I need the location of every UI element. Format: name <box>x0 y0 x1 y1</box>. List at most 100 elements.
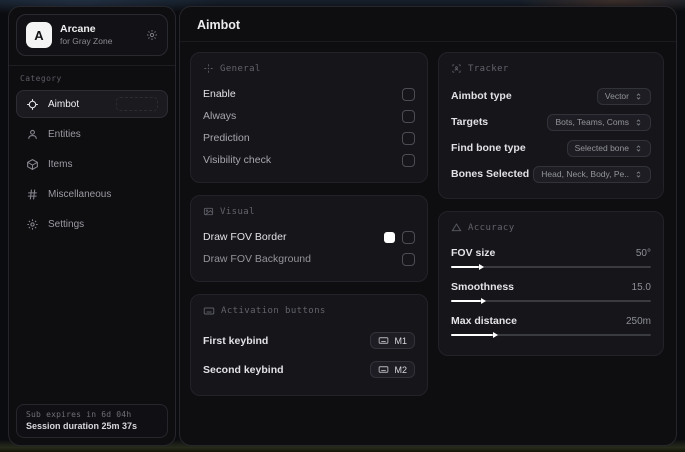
visibility-check-row: Visibility check <box>203 149 415 171</box>
always-checkbox[interactable] <box>402 109 415 123</box>
enable-checkbox[interactable] <box>402 87 415 101</box>
sidebar: A Arcane for Gray Zone Category Aimbot E… <box>8 6 176 446</box>
slider-fill[interactable] <box>451 331 498 338</box>
sidebar-divider <box>9 65 175 66</box>
smoothness-slider[interactable] <box>451 297 651 304</box>
slider-value: 15.0 <box>631 281 651 293</box>
activation-buttons-card: Activation buttons First keybind M1 Seco… <box>190 294 428 396</box>
second-keybind-button[interactable]: M2 <box>370 361 415 378</box>
gear-icon <box>26 218 39 231</box>
sidebar-item-entities[interactable]: Entities <box>16 121 168 148</box>
find-bone-type-row: Find bone type Selected bone <box>451 135 651 161</box>
bones-selected-row: Bones Selected Head, Neck, Body, Pe.. <box>451 161 651 187</box>
activation-card-header: Activation buttons <box>203 305 415 317</box>
brand-name: Arcane <box>60 23 96 36</box>
sidebar-item-label: Items <box>48 159 73 170</box>
ghost-keybind-hint <box>116 97 158 111</box>
row-label: First keybind <box>203 334 269 347</box>
card-title: Visual <box>220 206 255 217</box>
crosshair-icon <box>26 98 39 111</box>
first-keybind-button[interactable]: M1 <box>370 332 415 349</box>
card-title: Activation buttons <box>221 306 326 316</box>
draw-fov-background-checkbox[interactable] <box>402 252 415 266</box>
card-title: Tracker <box>468 63 509 74</box>
aimbot-type-select[interactable]: Vector <box>596 87 651 105</box>
sidebar-item-items[interactable]: Items <box>16 151 168 178</box>
sidebar-item-label: Settings <box>48 219 85 230</box>
fov-border-color-swatch[interactable] <box>384 231 395 243</box>
accuracy-card-header: Accuracy <box>451 222 651 233</box>
tracker-card-header: Tracker <box>451 63 651 74</box>
brand-card: A Arcane for Gray Zone <box>16 14 168 56</box>
chevrons-up-down-icon <box>634 144 643 153</box>
general-card: General Enable Always Prediction Visibil… <box>190 52 428 183</box>
keyboard-icon <box>203 305 215 317</box>
sidebar-item-label: Entities <box>48 129 81 140</box>
visual-card: Visual Draw FOV Border Draw FOV Backgrou… <box>190 195 428 282</box>
bones-selected-select[interactable]: Head, Neck, Body, Pe.. <box>533 165 651 183</box>
main-header: Aimbot <box>180 7 676 42</box>
second-keybind-row: Second keybind M2 <box>203 355 415 384</box>
crosshair-icon <box>203 63 214 74</box>
targets-row: Targets Bots, Teams, Coms <box>451 109 651 135</box>
slider-fill[interactable] <box>451 297 486 304</box>
fov-size-slider[interactable] <box>451 263 651 270</box>
keybind-value: M2 <box>394 364 407 375</box>
brand-logo: A <box>26 22 52 48</box>
select-value: Vector <box>604 91 629 101</box>
card-title: General <box>220 63 261 74</box>
general-card-header: General <box>203 63 415 74</box>
keyboard-icon <box>378 335 389 346</box>
person-icon <box>26 128 39 141</box>
settings-gear-icon[interactable] <box>146 29 158 41</box>
hash-icon <box>26 188 39 201</box>
aimbot-type-row: Aimbot type Vector <box>451 83 651 109</box>
row-label: Smoothness <box>451 281 515 293</box>
row-label: Draw FOV Border <box>203 231 287 243</box>
targets-select[interactable]: Bots, Teams, Coms <box>547 113 651 131</box>
slider-value: 50° <box>635 247 651 259</box>
row-label: Aimbot type <box>451 90 512 102</box>
slider-value: 250m <box>625 315 651 327</box>
main-panel: Aimbot General Enable Always Prediction … <box>179 6 677 446</box>
subscription-footer: Sub expires in 6d 04h Session duration 2… <box>16 404 168 438</box>
always-row: Always <box>203 105 415 127</box>
tracker-card: Tracker Aimbot type Vector Targets Bots,… <box>438 52 664 199</box>
visibility-check-checkbox[interactable] <box>402 153 415 167</box>
draw-fov-border-row: Draw FOV Border <box>203 226 415 248</box>
row-label: Draw FOV Background <box>203 253 311 265</box>
row-label: FOV size <box>451 247 496 259</box>
draw-fov-background-row: Draw FOV Background <box>203 248 415 270</box>
session-duration-text: Session duration 25m 37s <box>26 421 138 431</box>
sidebar-item-aimbot[interactable]: Aimbot <box>16 90 168 118</box>
max-distance-row: Max distance 250m <box>451 310 651 344</box>
accuracy-card: Accuracy FOV size 50° Smoothness 15.0 Ma… <box>438 211 664 356</box>
brand-text: Arcane for Gray Zone <box>60 23 138 47</box>
category-label: Category <box>20 74 62 83</box>
max-distance-slider[interactable] <box>451 331 651 338</box>
sidebar-item-label: Aimbot <box>48 98 80 110</box>
row-label: Prediction <box>203 132 250 144</box>
row-label: Enable <box>203 88 236 100</box>
sidebar-item-miscellaneous[interactable]: Miscellaneous <box>16 181 168 208</box>
brand-subtitle: for Gray Zone <box>60 36 113 47</box>
first-keybind-row: First keybind M1 <box>203 326 415 355</box>
keybind-value: M1 <box>394 335 407 346</box>
keyboard-icon <box>378 364 389 375</box>
select-value: Selected bone <box>574 143 629 153</box>
row-label: Visibility check <box>203 154 272 166</box>
sidebar-item-settings[interactable]: Settings <box>16 211 168 238</box>
triangle-icon <box>451 222 462 233</box>
row-label: Second keybind <box>203 363 284 376</box>
fov-size-row: FOV size 50° <box>451 242 651 276</box>
prediction-row: Prediction <box>203 127 415 149</box>
prediction-checkbox[interactable] <box>402 131 415 145</box>
draw-fov-border-checkbox[interactable] <box>402 230 415 244</box>
page-title: Aimbot <box>197 18 241 32</box>
slider-fill[interactable] <box>451 263 484 270</box>
sub-expires-text: Sub expires in 6d 04h <box>26 410 132 419</box>
image-icon <box>203 206 214 217</box>
smoothness-row: Smoothness 15.0 <box>451 276 651 310</box>
find-bone-type-select[interactable]: Selected bone <box>566 139 651 157</box>
chevrons-up-down-icon <box>634 118 643 127</box>
